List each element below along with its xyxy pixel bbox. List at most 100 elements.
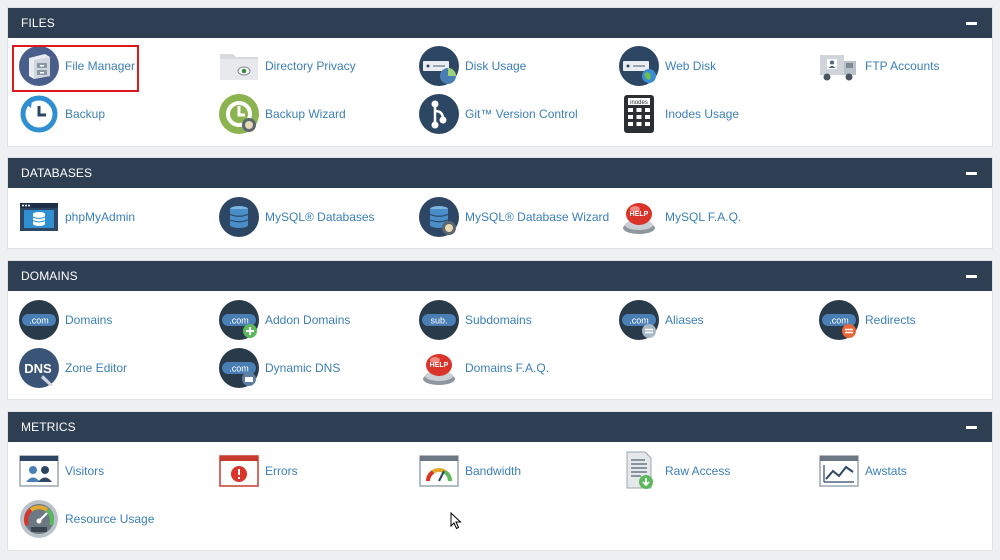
redirects-link[interactable]: .com Redirects bbox=[819, 300, 916, 340]
zone-editor-link[interactable]: DNS Zone Editor bbox=[19, 348, 127, 388]
domains-faq-link[interactable]: HELP Domains F.A.Q. bbox=[419, 348, 549, 388]
phpmyadmin-icon bbox=[19, 197, 59, 237]
subdomains-link[interactable]: sub. Subdomains bbox=[419, 300, 532, 340]
bandwidth-icon bbox=[419, 451, 459, 491]
com-icon-text: .com bbox=[29, 316, 49, 326]
resource-usage-link[interactable]: Resource Usage bbox=[19, 499, 154, 539]
subdomains-icon: sub. bbox=[419, 300, 459, 340]
redirects-icon: .com bbox=[819, 300, 859, 340]
domains-panel: DOMAINS .com Domains .com Addon Domains … bbox=[7, 260, 993, 400]
sub-icon-text: sub. bbox=[430, 316, 447, 326]
collapse-icon[interactable] bbox=[966, 426, 977, 429]
mouse-cursor-icon bbox=[450, 512, 462, 530]
dynamic-dns-link[interactable]: .com Dynamic DNS bbox=[219, 348, 340, 388]
backup-icon bbox=[19, 94, 59, 134]
mysql-databases-icon bbox=[219, 197, 259, 237]
phpmyadmin-link[interactable]: phpMyAdmin bbox=[19, 197, 135, 237]
zone-editor-icon: DNS bbox=[19, 348, 59, 388]
metrics-panel: METRICS Visitors Errors Bandwidth Raw Ac… bbox=[7, 411, 993, 551]
mysql-database-wizard-icon bbox=[419, 197, 459, 237]
awstats-label: Awstats bbox=[865, 464, 907, 478]
mysql-faq-link[interactable]: HELP MySQL F.A.Q. bbox=[619, 197, 741, 237]
collapse-icon[interactable] bbox=[966, 275, 977, 278]
com-icon-text: .com bbox=[229, 316, 249, 326]
mysql-faq-icon: HELP bbox=[619, 197, 659, 237]
domains-faq-icon: HELP bbox=[419, 348, 459, 388]
git-version-control-link[interactable]: Git™ Version Control bbox=[419, 94, 578, 134]
collapse-icon[interactable] bbox=[966, 172, 977, 175]
inodes-usage-icon: inodes bbox=[619, 94, 659, 134]
raw-access-icon bbox=[619, 451, 659, 491]
aliases-label: Aliases bbox=[665, 313, 704, 327]
mysql-database-wizard-label: MySQL® Database Wizard bbox=[465, 210, 610, 224]
mysql-databases-label: MySQL® Databases bbox=[265, 210, 375, 224]
backup-link[interactable]: Backup bbox=[19, 94, 105, 134]
phpmyadmin-label: phpMyAdmin bbox=[65, 210, 136, 224]
web-disk-link[interactable]: Web Disk bbox=[619, 46, 716, 86]
files-panel: FILES File Manager Directory Privacy Dis… bbox=[7, 7, 993, 147]
file-manager-link[interactable]: File Manager bbox=[19, 46, 135, 86]
mysql-database-wizard-link[interactable]: MySQL® Database Wizard bbox=[419, 197, 609, 237]
errors-link[interactable]: Errors bbox=[219, 451, 298, 491]
inodes-usage-label: Inodes Usage bbox=[665, 107, 740, 121]
metrics-section-header[interactable]: METRICS bbox=[8, 412, 992, 442]
aliases-link[interactable]: .com Aliases bbox=[619, 300, 704, 340]
file-manager-icon bbox=[19, 46, 59, 86]
bandwidth-label: Bandwidth bbox=[465, 464, 522, 478]
addon-domains-icon: .com bbox=[219, 300, 259, 340]
addon-domains-link[interactable]: .com Addon Domains bbox=[219, 300, 350, 340]
ftp-accounts-label: FTP Accounts bbox=[865, 59, 940, 73]
databases-section-title: DATABASES bbox=[21, 166, 93, 180]
ftp-accounts-icon bbox=[819, 46, 859, 86]
files-section-header[interactable]: FILES bbox=[8, 8, 992, 38]
directory-privacy-label: Directory Privacy bbox=[265, 59, 356, 73]
raw-access-link[interactable]: Raw Access bbox=[619, 451, 730, 491]
file-manager-label: File Manager bbox=[65, 59, 136, 73]
errors-label: Errors bbox=[265, 464, 298, 478]
domains-link[interactable]: .com Domains bbox=[19, 300, 112, 340]
databases-panel: DATABASES phpMyAdmin MySQL® Databases My… bbox=[7, 157, 993, 249]
awstats-link[interactable]: Awstats bbox=[819, 451, 907, 491]
disk-usage-label: Disk Usage bbox=[465, 59, 527, 73]
databases-section-header[interactable]: DATABASES bbox=[8, 158, 992, 188]
bandwidth-link[interactable]: Bandwidth bbox=[419, 451, 521, 491]
subdomains-label: Subdomains bbox=[465, 313, 532, 327]
mysql-faq-label: MySQL F.A.Q. bbox=[665, 210, 742, 224]
aliases-icon: .com bbox=[619, 300, 659, 340]
directory-privacy-icon bbox=[219, 46, 259, 86]
inodes-usage-link[interactable]: inodes Inodes Usage bbox=[619, 94, 739, 134]
backup-wizard-icon bbox=[219, 94, 259, 134]
com-icon-text: .com bbox=[229, 364, 249, 374]
git-version-control-label: Git™ Version Control bbox=[465, 107, 578, 121]
dns-icon-text: DNS bbox=[24, 361, 52, 376]
mysql-databases-link[interactable]: MySQL® Databases bbox=[219, 197, 375, 237]
collapse-icon[interactable] bbox=[966, 22, 977, 25]
backup-wizard-link[interactable]: Backup Wizard bbox=[219, 94, 346, 134]
web-disk-icon bbox=[619, 46, 659, 86]
raw-access-label: Raw Access bbox=[665, 464, 731, 478]
inodes-icon-text: inodes bbox=[630, 100, 648, 106]
visitors-icon bbox=[19, 451, 59, 491]
ftp-accounts-link[interactable]: FTP Accounts bbox=[819, 46, 939, 86]
git-version-control-icon bbox=[419, 94, 459, 134]
visitors-link[interactable]: Visitors bbox=[19, 451, 104, 491]
dynamic-dns-icon: .com bbox=[219, 348, 259, 388]
resource-usage-icon bbox=[19, 499, 59, 539]
files-section-title: FILES bbox=[21, 16, 55, 30]
addon-domains-label: Addon Domains bbox=[265, 313, 351, 327]
web-disk-label: Web Disk bbox=[665, 59, 717, 73]
domains-section-title: DOMAINS bbox=[21, 269, 78, 283]
redirects-label: Redirects bbox=[865, 313, 916, 327]
domains-label: Domains bbox=[65, 313, 113, 327]
com-icon-text: .com bbox=[829, 316, 849, 326]
directory-privacy-link[interactable]: Directory Privacy bbox=[219, 46, 356, 86]
resource-usage-label: Resource Usage bbox=[65, 512, 155, 526]
visitors-label: Visitors bbox=[65, 464, 105, 478]
disk-usage-link[interactable]: Disk Usage bbox=[419, 46, 526, 86]
backup-wizard-label: Backup Wizard bbox=[265, 107, 346, 121]
domains-faq-label: Domains F.A.Q. bbox=[465, 361, 550, 375]
backup-label: Backup bbox=[65, 107, 106, 121]
metrics-section-title: METRICS bbox=[21, 420, 76, 434]
awstats-icon bbox=[819, 451, 859, 491]
domains-section-header[interactable]: DOMAINS bbox=[8, 261, 992, 291]
